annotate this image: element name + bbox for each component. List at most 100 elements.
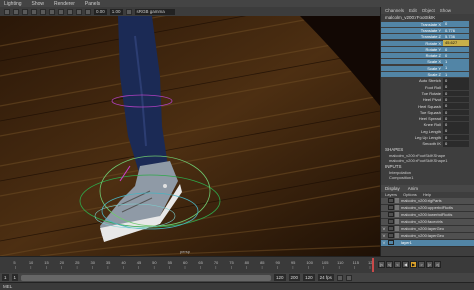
channel-attribute-value[interactable]: 0	[443, 122, 469, 128]
channel-attribute-label[interactable]: Rotate Z	[381, 53, 443, 59]
layer-visibility-toggle[interactable]: V	[381, 233, 387, 238]
menu-lighting[interactable]: Lighting	[4, 1, 22, 7]
tab-object[interactable]: Object	[422, 8, 435, 13]
menu-show[interactable]: Show	[32, 1, 45, 7]
layer-playback-toggle[interactable]	[388, 219, 394, 225]
channel-attribute-row[interactable]: Heel Pivot 0	[381, 96, 474, 103]
step-forward-icon[interactable]: |>	[426, 261, 433, 268]
channel-attribute-label[interactable]: Scale Y	[381, 65, 443, 71]
channel-attribute-value[interactable]: 0	[443, 115, 469, 122]
channel-attribute-row[interactable]: Toe Squash 0	[381, 109, 474, 116]
layer-name[interactable]: malcolm_v200:facectrls	[401, 219, 443, 224]
channel-attribute-value[interactable]: 0	[443, 96, 469, 103]
channel-attribute-row[interactable]: Auto Stretch 0	[381, 78, 474, 84]
layer-color-swatch[interactable]	[395, 198, 399, 204]
layer-color-swatch[interactable]	[395, 226, 399, 232]
layer-row[interactable]: malcolm_v200:rigParts	[381, 197, 474, 205]
grid-icon[interactable]	[22, 8, 28, 15]
play-back-icon[interactable]: ◀	[402, 261, 409, 268]
channel-attribute-label[interactable]: Rotate Y	[381, 46, 443, 52]
current-time-marker[interactable]	[372, 258, 374, 272]
channel-attribute-label[interactable]: Heel Spread	[381, 116, 443, 121]
channel-attribute-row[interactable]: Translate Y 0.776	[381, 27, 474, 34]
channel-attribute-label[interactable]: Heel Pivot	[381, 97, 443, 102]
viewport-3d[interactable]: persp	[0, 16, 380, 256]
colorspace-select[interactable]: sRGB gamma	[134, 8, 175, 15]
layer-playback-toggle[interactable]	[388, 212, 394, 218]
channel-attribute-row[interactable]: Smooth IK 0	[381, 141, 474, 147]
fps-select[interactable]: 24 fps	[317, 274, 334, 281]
layer-playback-toggle[interactable]	[388, 240, 394, 246]
channel-attribute-row[interactable]: Scale Z1	[381, 71, 474, 78]
channel-attribute-value[interactable]: 1	[443, 59, 469, 65]
channel-attribute-row[interactable]: Rotate Y0	[381, 46, 474, 53]
channel-attribute-label[interactable]: Knee Roll	[381, 122, 443, 127]
tab-display[interactable]: Display	[385, 186, 400, 191]
channel-attribute-label[interactable]: Rotate X	[381, 40, 443, 46]
channel-attribute-row[interactable]: Scale Y1	[381, 65, 474, 71]
exposure-field[interactable]: 0.00	[94, 8, 107, 15]
menu-options[interactable]: Options	[403, 192, 417, 197]
channel-attribute-row[interactable]: Leg Length 0	[381, 128, 474, 134]
next-key-icon[interactable]: >	[418, 261, 425, 268]
channel-attribute-value[interactable]: 0	[443, 109, 469, 116]
channel-attribute-value[interactable]: 0	[443, 141, 469, 147]
channel-attribute-label[interactable]: Heel Squash	[381, 104, 443, 109]
camera-icon[interactable]	[4, 8, 10, 15]
key-icon[interactable]	[336, 274, 343, 281]
goto-end-icon[interactable]: >|	[434, 261, 441, 268]
lock-icon[interactable]	[13, 8, 19, 15]
textured-icon[interactable]	[49, 8, 55, 15]
channel-attribute-label[interactable]: Toe Rotate	[381, 91, 443, 96]
channel-attribute-row[interactable]: Foot Roll 0	[381, 84, 474, 90]
range-start-field[interactable]: 1	[2, 274, 9, 281]
layer-row[interactable]: malcolm_v200:upperbdFkctls	[381, 204, 474, 212]
channel-attribute-label[interactable]: Leg Up Length	[381, 135, 443, 140]
channel-attribute-value[interactable]: 0	[443, 84, 469, 90]
xray-icon[interactable]	[85, 8, 91, 15]
channel-attribute-row[interactable]: Translate Z 5.736	[381, 33, 474, 40]
channel-attribute-label[interactable]: Translate X	[381, 21, 443, 27]
layer-color-swatch[interactable]	[395, 212, 399, 218]
wireframe-icon[interactable]	[31, 8, 37, 15]
loop-icon[interactable]	[345, 274, 352, 281]
goto-start-icon[interactable]: |<	[378, 261, 385, 268]
playback-start-field[interactable]: 1	[11, 274, 19, 281]
menu-panels[interactable]: Panels	[85, 1, 100, 7]
channel-attribute-row[interactable]: Rotate X 45.627	[381, 40, 474, 46]
channel-attribute-value[interactable]: 0	[443, 103, 469, 109]
menu-layers[interactable]: Layers	[385, 192, 397, 197]
channel-attribute-row[interactable]: Scale X1	[381, 59, 474, 65]
channel-attribute-value[interactable]: 0	[443, 52, 469, 59]
layer-playback-toggle[interactable]	[388, 226, 394, 232]
channel-attribute-value[interactable]: 0	[443, 90, 469, 97]
channel-attribute-row[interactable]: Toe Rotate 0	[381, 90, 474, 97]
play-icon[interactable]: ▶	[410, 261, 417, 268]
time-slider[interactable]: 5 10 15 20 25 30 35 40 45 50 55 60 65 70 75 80 85 90 95 100…	[0, 256, 474, 273]
input-item[interactable]: Composition1	[381, 175, 474, 181]
layer-playback-toggle[interactable]	[388, 233, 394, 239]
layer-name[interactable]: layer1	[401, 240, 412, 245]
channel-attribute-value[interactable]: 1	[443, 65, 469, 71]
layer-row[interactable]: Vmalcolm_v200:layerGeo	[381, 225, 474, 233]
channel-attribute-label[interactable]: Foot Roll	[381, 85, 443, 90]
layer-playback-toggle[interactable]	[388, 205, 394, 211]
channel-attribute-value[interactable]: 5.736	[443, 33, 469, 40]
colorspace-icon[interactable]	[125, 8, 132, 15]
layer-row[interactable]: malcolm_v200:facectrls	[381, 218, 474, 226]
tab-show[interactable]: Show	[440, 8, 451, 13]
layer-color-swatch[interactable]	[395, 219, 399, 225]
playback-end-field[interactable]: 120	[274, 274, 286, 281]
channel-attribute-value[interactable]: 45.627	[443, 40, 469, 46]
channel-attribute-label[interactable]: Auto Stretch	[381, 78, 443, 83]
lights-icon[interactable]	[58, 8, 64, 15]
tab-edit[interactable]: Edit	[409, 8, 417, 13]
channel-attribute-value[interactable]: 0	[443, 128, 469, 134]
layer-name[interactable]: malcolm_v200:rigParts	[401, 198, 442, 203]
channel-attribute-value[interactable]: 0	[443, 46, 469, 53]
tab-anim[interactable]: Anim	[408, 186, 418, 191]
command-line[interactable]: MEL	[0, 282, 474, 290]
layer-name[interactable]: malcolm_v200:layerGeo	[401, 233, 444, 238]
channel-attribute-value[interactable]: 1	[443, 71, 469, 78]
layer-visibility-toggle[interactable]: V	[381, 240, 387, 245]
